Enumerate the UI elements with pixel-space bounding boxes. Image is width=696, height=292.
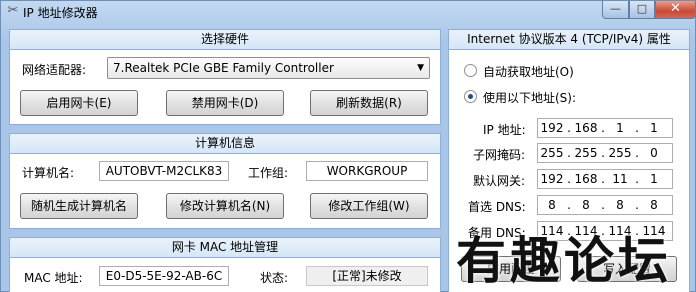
hardware-panel: 选择硬件 网络适配器: 7.Realtek PCIe GBE Family Co… <box>9 29 441 125</box>
hardware-header: 选择硬件 <box>10 30 440 50</box>
disable-adapter-button[interactable]: 禁用网卡(D) <box>166 90 284 116</box>
mask-octet: 255 <box>608 146 632 160</box>
gateway-octet: 168 <box>574 172 598 186</box>
auto-address-radio[interactable] <box>464 64 477 77</box>
mask-label: 子网掩码: <box>473 148 526 162</box>
gateway-octet: 192 <box>540 172 564 186</box>
refresh-data-button[interactable]: 刷新数据(R) <box>310 90 428 116</box>
dns1-octet: 8 <box>548 198 556 212</box>
gateway-field[interactable]: 192. 168. 11. 1 <box>537 169 673 189</box>
gateway-octet: 1 <box>650 172 658 186</box>
tools-icon: ✂ <box>7 3 19 18</box>
computer-name-field[interactable]: AUTOBVT-M2CLK83 <box>99 161 229 181</box>
enable-adapter-button[interactable]: 启用网卡(E) <box>20 90 138 116</box>
dns1-label: 首选 DNS: <box>468 200 526 214</box>
minimize-button[interactable]: — <box>602 1 629 19</box>
random-name-button[interactable]: 随机生成计算机名 <box>20 193 138 219</box>
computer-name-label: 计算机名: <box>22 166 75 180</box>
manual-address-label[interactable]: 使用以下地址(S): <box>483 89 576 106</box>
window-title: IP 地址修改器 <box>23 6 98 20</box>
ip-octet: 192 <box>540 121 564 135</box>
rename-computer-button[interactable]: 修改计算机名(N) <box>166 193 284 219</box>
gateway-octet: 11 <box>612 172 628 186</box>
mask-octet: 255 <box>574 146 598 160</box>
adapter-label: 网络适配器: <box>22 63 87 77</box>
ip-octet: 168 <box>574 121 598 135</box>
ip-octet: 1 <box>616 121 624 135</box>
maximize-button[interactable]: □ <box>629 1 655 19</box>
mac-status-value: [正常]未修改 <box>306 266 428 286</box>
app-window: ✂ IP 地址修改器 — □ ✕ 选择硬件 网络适配器: 7.Realtek P… <box>0 0 696 292</box>
change-workgroup-button[interactable]: 修改工作组(W) <box>310 193 428 219</box>
primary-dns-field[interactable]: 8. 8. 8. 8 <box>537 195 673 215</box>
status-label: 状态: <box>260 271 289 285</box>
computer-panel: 计算机信息 计算机名: AUTOBVT-M2CLK83 工作组: WORKGRO… <box>9 133 441 229</box>
ip-octet: 1 <box>650 121 658 135</box>
dns1-octet: 8 <box>650 198 658 212</box>
mac-panel: 网卡 MAC 地址管理 MAC 地址: E0-D5-5E-92-AB-6C 状态… <box>9 237 441 292</box>
dropdown-arrow-icon: ▼ <box>417 63 424 73</box>
forum-watermark: 有趣论坛 <box>456 231 672 290</box>
dns1-octet: 8 <box>582 198 590 212</box>
mask-octet: 0 <box>650 146 658 160</box>
auto-address-label[interactable]: 自动获取地址(O) <box>483 63 574 80</box>
adapter-select[interactable]: 7.Realtek PCIe GBE Family Controller ▼ <box>107 57 430 79</box>
workgroup-field[interactable]: WORKGROUP <box>306 161 428 181</box>
gateway-label: 默认网关: <box>473 174 526 188</box>
mac-label: MAC 地址: <box>24 271 83 285</box>
dns1-octet: 8 <box>616 198 624 212</box>
mac-address-field[interactable]: E0-D5-5E-92-AB-6C <box>99 266 229 286</box>
mac-header: 网卡 MAC 地址管理 <box>10 238 440 258</box>
mask-octet: 255 <box>540 146 564 160</box>
close-button[interactable]: ✕ <box>655 1 696 19</box>
computer-header: 计算机信息 <box>10 134 440 154</box>
adapter-value: 7.Realtek PCIe GBE Family Controller <box>113 61 334 75</box>
ip-label: IP 地址: <box>483 123 526 137</box>
manual-address-radio[interactable] <box>464 90 477 103</box>
workgroup-label: 工作组: <box>248 166 289 180</box>
ipv4-header: Internet 协议版本 4 (TCP/IPv4) 属性 <box>449 30 689 50</box>
ip-address-field[interactable]: 192. 168. 1. 1 <box>537 118 673 138</box>
subnet-mask-field[interactable]: 255. 255. 255. 0 <box>537 143 673 163</box>
title-bar: ✂ IP 地址修改器 — □ ✕ <box>1 1 696 23</box>
